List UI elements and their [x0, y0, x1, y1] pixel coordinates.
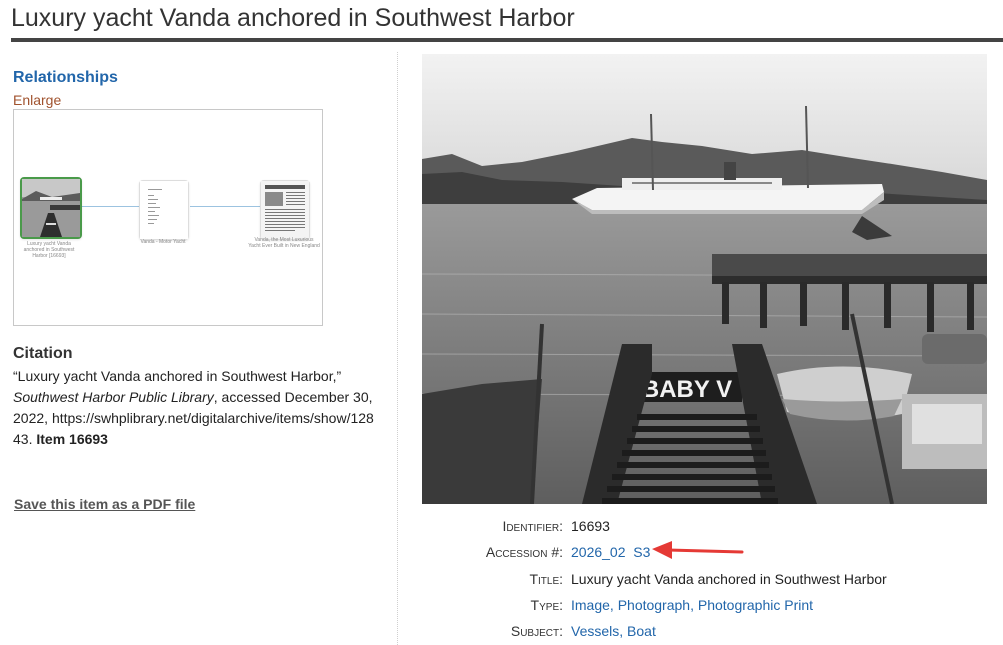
relation-node-caption: Vanda - Motor Yacht: [140, 239, 186, 245]
metadata-type: Type: Image, Photograph, Photographic Pr…: [400, 597, 1000, 617]
relation-connector: [190, 206, 260, 207]
document-icon: [140, 181, 188, 239]
identifier-value: 16693: [571, 518, 610, 534]
title-value: Luxury yacht Vanda anchored in Southwest…: [571, 571, 887, 587]
citation-text: “Luxury yacht Vanda anchored in Southwes…: [13, 366, 379, 450]
item-photo[interactable]: BABY V: [422, 54, 987, 504]
relationships-graph[interactable]: Luxury yacht Vanda anchored in Southwest…: [13, 109, 323, 326]
red-arrow-icon: [652, 541, 744, 559]
relation-node-article[interactable]: [260, 180, 310, 240]
identifier-label: Identifier:: [502, 518, 563, 534]
accession-label: Accession #:: [485, 544, 563, 560]
photo-thumbnail-icon: [22, 179, 80, 237]
citation-quote: “Luxury yacht Vanda anchored in Southwes…: [13, 368, 342, 384]
title-label: Title:: [529, 571, 563, 587]
column-divider: [397, 52, 398, 645]
citation-heading: Citation: [13, 345, 73, 362]
harbor-photo-image: BABY V: [422, 54, 987, 504]
enlarge-link[interactable]: Enlarge: [13, 92, 61, 108]
page-title: Luxury yacht Vanda anchored in Southwest…: [11, 4, 575, 32]
accession-value-link[interactable]: 2026_02 S3: [571, 544, 650, 560]
citation-source: Southwest Harbor Public Library: [13, 389, 214, 405]
boat-sign-text: BABY V: [642, 376, 732, 403]
type-value-link[interactable]: Image, Photograph, Photographic Print: [571, 597, 813, 613]
title-rule: [11, 38, 1003, 42]
newspaper-icon: [261, 181, 309, 239]
relation-node-caption: Vanda, the Most Luxurious Yacht Ever Bui…: [248, 237, 320, 249]
relation-node-current[interactable]: [20, 177, 82, 239]
relation-node-caption: Luxury yacht Vanda anchored in Southwest…: [23, 241, 75, 259]
subject-value-link[interactable]: Vessels, Boat: [571, 623, 656, 639]
metadata-identifier: Identifier: 16693: [400, 518, 1000, 538]
relation-node-text[interactable]: [139, 180, 189, 240]
relation-connector: [81, 206, 139, 207]
type-label: Type:: [530, 597, 563, 613]
citation-item-number: Item 16693: [36, 431, 108, 447]
metadata-title: Title: Luxury yacht Vanda anchored in So…: [400, 571, 1000, 591]
relationships-heading: Relationships: [13, 69, 118, 86]
metadata-subject: Subject: Vessels, Boat: [400, 623, 1000, 643]
save-pdf-link[interactable]: Save this item as a PDF file: [14, 496, 195, 512]
subject-label: Subject:: [510, 623, 563, 639]
